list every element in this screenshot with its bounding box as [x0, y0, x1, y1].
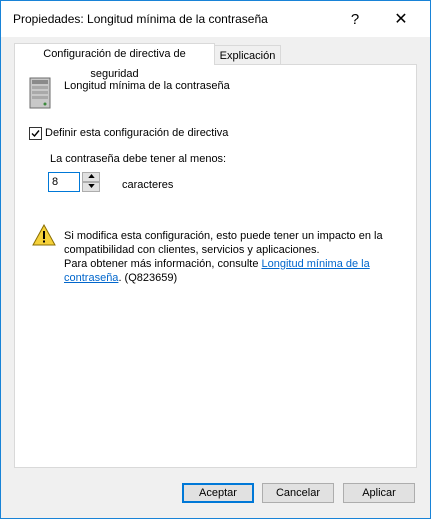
window-title: Propiedades: Longitud mínima de la contr…	[13, 12, 268, 26]
spin-up-button[interactable]	[82, 172, 100, 182]
warning-line: Si modifica esta configuración, esto pue…	[64, 230, 383, 256]
define-policy-checkbox[interactable]	[29, 127, 42, 140]
min-length-input[interactable]: 8	[48, 172, 80, 192]
spin-down-button[interactable]	[82, 182, 100, 192]
close-button[interactable]: ✕	[378, 1, 424, 37]
cancel-button[interactable]: Cancelar	[262, 483, 334, 503]
unit-label: caracteres	[122, 179, 174, 191]
min-length-label: La contraseña debe tener al menos:	[50, 153, 227, 165]
help-button[interactable]: ?	[332, 1, 378, 37]
caret-down-icon	[87, 184, 95, 188]
title-bar[interactable]: Propiedades: Longitud mínima de la contr…	[1, 1, 430, 37]
checkmark-icon	[31, 130, 40, 138]
accept-button[interactable]: Aceptar	[182, 483, 254, 503]
apply-button[interactable]: Aplicar	[343, 483, 415, 503]
warning-icon	[32, 224, 56, 246]
caret-up-icon	[87, 174, 95, 178]
define-policy-label[interactable]: Definir esta configuración de directiva	[45, 127, 228, 139]
warning-text: Si modifica esta configuración, esto pue…	[64, 229, 394, 285]
tab-security-policy[interactable]: Configuración de directiva de seguridad	[14, 43, 215, 80]
tab-explanation[interactable]: Explicación	[214, 45, 281, 65]
properties-dialog: Propiedades: Longitud mínima de la contr…	[0, 0, 431, 519]
server-icon	[29, 77, 51, 109]
policy-name: Longitud mínima de la contraseña	[64, 80, 230, 92]
warning-suffix: . (Q823659)	[118, 272, 178, 284]
min-length-stepper[interactable]	[82, 172, 100, 192]
warning-prefix: Para obtener más información, consulte	[64, 258, 262, 270]
